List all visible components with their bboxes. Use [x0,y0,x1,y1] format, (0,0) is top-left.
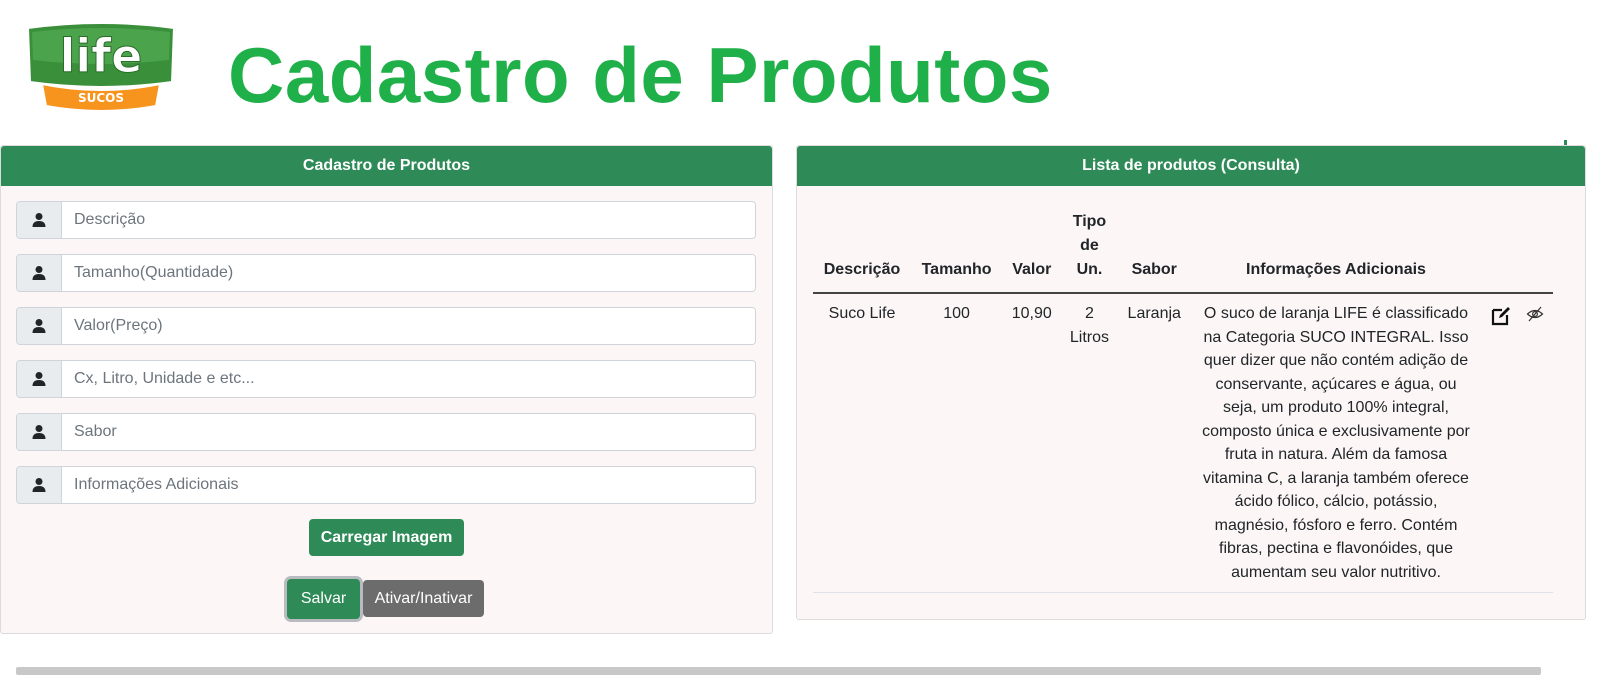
column-header-additional-info: Informações Adicionais [1191,202,1481,294]
edit-icon[interactable] [1490,305,1512,335]
cell-size: 100 [911,293,1003,593]
page-title: Cadastro de Produtos [228,31,1053,119]
size-input[interactable] [62,255,755,291]
column-header-actions [1481,202,1553,294]
user-icon [17,467,62,503]
user-icon [17,361,62,397]
column-header-description: Descrição [813,202,912,294]
flavor-input[interactable] [62,414,755,450]
price-field-group [16,307,756,345]
column-header-unit-type: Tipo de Un. [1061,202,1118,294]
table-header-row: Descrição Tamanho Valor Tipo de Un. Sabo… [813,202,1553,294]
unit-type-field-group [16,360,756,398]
load-image-button[interactable]: Carregar Imagem [309,519,464,556]
form-card-header: Cadastro de Produtos [1,146,772,186]
list-card-header: Lista de produtos (Consulta) [797,146,1585,186]
product-list-card: Lista de produtos (Consulta) Descrição T… [796,145,1586,620]
product-table: Descrição Tamanho Valor Tipo de Un. Sabo… [813,202,1553,593]
cell-description: Suco Life [813,293,912,593]
column-header-flavor: Sabor [1117,202,1191,294]
save-button[interactable]: Salvar [287,579,360,619]
cell-flavor: Laranja [1117,293,1191,593]
description-input[interactable] [62,202,755,238]
cell-price: 10,90 [1002,293,1062,593]
user-icon [17,202,62,238]
user-icon [17,255,62,291]
svg-text:life: life [60,29,143,83]
svg-text:SUCOS: SUCOS [78,91,124,105]
eye-slash-icon[interactable] [1526,305,1544,335]
additional-info-field-group [16,466,756,504]
user-icon [17,414,62,450]
price-input[interactable] [62,308,755,344]
cell-unit-type: 2 Litros [1061,293,1118,593]
description-field-group [16,201,756,239]
column-header-price: Valor [1002,202,1062,294]
activate-deactivate-button[interactable]: Ativar/Inativar [363,580,484,617]
unit-type-input[interactable] [62,361,755,397]
cell-actions [1481,293,1553,593]
horizontal-scrollbar[interactable] [16,667,1541,675]
user-icon [17,308,62,344]
cell-additional-info: O suco de laranja LIFE é classificado na… [1191,293,1481,593]
size-field-group [16,254,756,292]
table-row: Suco Life 100 10,90 2 Litros Laranja O s… [813,293,1553,593]
column-header-size: Tamanho [911,202,1003,294]
flavor-field-group [16,413,756,451]
life-sucos-logo: life SUCOS [26,22,176,112]
additional-info-input[interactable] [62,467,755,503]
page-header: life SUCOS Cadastro de Produtos [0,0,1599,140]
